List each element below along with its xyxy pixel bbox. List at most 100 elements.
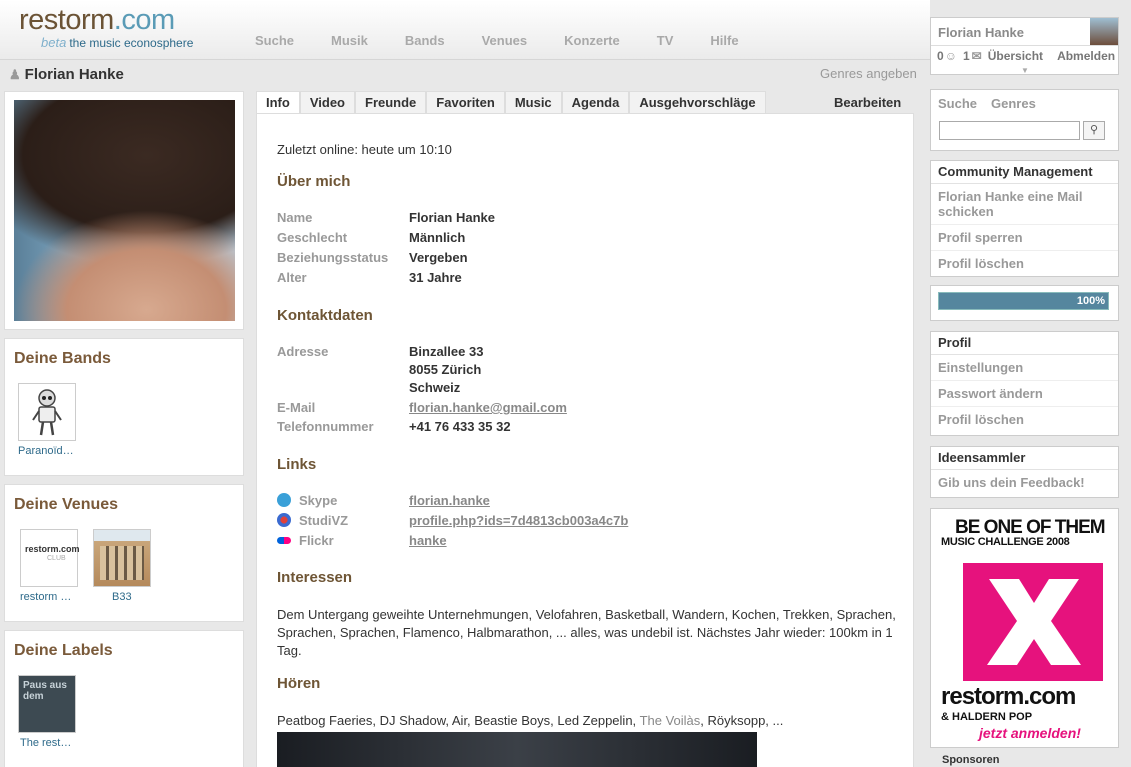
profile-photo[interactable] (14, 100, 235, 321)
tab-agenda[interactable]: Agenda (561, 91, 630, 113)
user-box: Florian Hanke 0☺ 1 ✉ Übersicht Abmelden ▼ (930, 17, 1119, 75)
venue-label-b33[interactable]: B33 (112, 591, 132, 603)
envelope-icon: ✉ (971, 48, 982, 63)
nav-tv[interactable]: TV (657, 33, 674, 48)
venues-title: Deine Venues (14, 496, 119, 513)
link-value-studivz: profile.php?ids=7d4813cb003a4c7b (409, 513, 628, 528)
ideas-box: Ideensammler Gib uns dein Feedback! (930, 446, 1119, 498)
tab-video[interactable]: Video (299, 91, 355, 113)
page-title: ♟ Florian Hanke (9, 66, 124, 83)
label-thumb-text: Paus aus dem (23, 680, 67, 702)
search-icon: ⚲ (1089, 124, 1099, 136)
avatar[interactable] (1090, 18, 1118, 45)
profile-settings-box: Profil Einstellungen Passwort ändern Pro… (930, 331, 1119, 436)
listening-after: , Röyksopp, ... (700, 713, 784, 728)
flickr-label: Flickr (299, 533, 334, 548)
email-value: florian.hanke@gmail.com (409, 400, 567, 415)
user-name[interactable]: Florian Hanke (938, 25, 1024, 40)
nav-venues[interactable]: Venues (482, 33, 528, 48)
about-title: Über mich (277, 173, 351, 190)
chevron-down-icon[interactable]: ▼ (1021, 66, 1029, 75)
about-value-name: Florian Hanke (409, 210, 495, 225)
studivz-link[interactable]: profile.php?ids=7d4813cb003a4c7b (409, 513, 628, 528)
beta-label: beta (41, 35, 67, 50)
labels-box: Deine Labels Paus aus dem The rest… (4, 630, 244, 767)
mail-count[interactable]: 1 ✉ (963, 49, 982, 63)
search-input[interactable] (939, 121, 1080, 140)
mail-count-value: 1 (962, 48, 970, 63)
address-line-3: Schweiz (409, 380, 461, 395)
nav-konzerte[interactable]: Konzerte (564, 33, 620, 48)
tab-info[interactable]: Info (256, 91, 300, 114)
about-value-relationship: Vergeben (409, 250, 468, 265)
logo-name: restorm (19, 4, 114, 36)
profile-photo-card (4, 91, 244, 330)
send-mail-link[interactable]: Florian Hanke eine Mail schicken (931, 184, 1118, 225)
search-box: Suche Genres ⚲ (930, 89, 1119, 151)
profile-tabs: Info Video Freunde Favoriten Music Agend… (256, 91, 766, 114)
music-challenge-ad[interactable]: BE ONE OF THEM MUSIC CHALLENGE 2008 rest… (930, 508, 1119, 748)
venue-thumb-restorm[interactable]: restorm.com CLUB (20, 529, 80, 587)
tagline-text: the music econosphere (69, 36, 194, 50)
venues-box: Deine Venues restorm.com CLUB restorm … … (4, 484, 244, 622)
label-label[interactable]: The rest… (20, 737, 71, 749)
user-actions: 0☺ 1 ✉ Übersicht Abmelden (931, 45, 1118, 65)
edit-button[interactable]: Bearbeiten (834, 95, 901, 110)
logout-link[interactable]: Abmelden (1057, 49, 1115, 63)
phone-value: +41 76 433 35 32 (409, 419, 511, 434)
tab-genres[interactable]: Genres (991, 96, 1036, 111)
listening-link[interactable]: The Voilàs (640, 713, 701, 728)
venue-label-restorm[interactable]: restorm … (20, 591, 71, 603)
search-tabs: Suche Genres (931, 90, 1118, 117)
band-label[interactable]: Paranoïd… (18, 445, 74, 457)
bands-box: Deine Bands Paranoïd… (4, 338, 244, 476)
genres-link[interactable]: Genres angeben (820, 66, 917, 81)
venue-logo-sub: CLUB (47, 555, 66, 562)
profile-title: Profil (931, 332, 1118, 355)
overview-link[interactable]: Übersicht (988, 49, 1043, 63)
search-button[interactable]: ⚲ (1083, 121, 1105, 140)
nav-bands[interactable]: Bands (405, 33, 445, 48)
ad-brand: restorm.com (941, 683, 1076, 710)
flickr-icon (277, 537, 291, 544)
progress-box: 100% (930, 285, 1119, 321)
block-profile-link[interactable]: Profil sperren (931, 225, 1118, 251)
nav-musik[interactable]: Musik (331, 33, 368, 48)
video-player[interactable] (277, 732, 757, 767)
ad-line-2: MUSIC CHALLENGE 2008 (941, 536, 1070, 548)
nav-suche[interactable]: Suche (255, 33, 294, 48)
contact-title: Kontaktdaten (277, 307, 373, 324)
settings-link[interactable]: Einstellungen (931, 355, 1118, 381)
feedback-link[interactable]: Gib uns dein Feedback! (931, 470, 1118, 495)
labels-title: Deine Labels (14, 642, 113, 659)
tab-favoriten[interactable]: Favoriten (426, 91, 505, 113)
studivz-icon (277, 513, 291, 527)
sponsors-label: Sponsoren (942, 754, 1000, 766)
tab-freunde[interactable]: Freunde (355, 91, 427, 113)
link-label-studivz: StudiVZ (277, 513, 348, 528)
band-thumb[interactable] (18, 383, 76, 441)
skype-icon (277, 493, 291, 507)
flickr-link[interactable]: hanke (409, 533, 447, 548)
site-header: restorm.com beta the music econosphere Su… (0, 0, 930, 60)
label-thumb[interactable]: Paus aus dem (18, 675, 76, 733)
tab-suche[interactable]: Suche (938, 96, 977, 111)
tab-music[interactable]: Music (504, 91, 562, 113)
change-password-link[interactable]: Passwort ändern (931, 381, 1118, 407)
building-image (100, 546, 144, 580)
last-online: Zuletzt online: heute um 10:10 (277, 142, 452, 157)
venue-thumb-b33[interactable] (93, 529, 151, 587)
delete-profile-link-2[interactable]: Profil löschen (931, 407, 1118, 432)
profile-progress-bar: 100% (938, 292, 1109, 310)
email-link[interactable]: florian.hanke@gmail.com (409, 400, 567, 415)
nav-hilfe[interactable]: Hilfe (710, 33, 738, 48)
address-line-1: Binzallee 33 (409, 344, 484, 359)
skype-link[interactable]: florian.hanke (409, 493, 490, 508)
friends-count[interactable]: 0☺ (937, 49, 957, 63)
link-value-flickr: hanke (409, 533, 447, 548)
address-line-2: 8055 Zürich (409, 362, 482, 377)
delete-profile-link[interactable]: Profil löschen (931, 251, 1118, 276)
restorm-logo[interactable]: restorm.com beta the music econosphere (19, 4, 193, 50)
page-title-text: Florian Hanke (24, 66, 124, 83)
tab-ausgehvorschlaege[interactable]: Ausgehvorschläge (629, 91, 766, 113)
